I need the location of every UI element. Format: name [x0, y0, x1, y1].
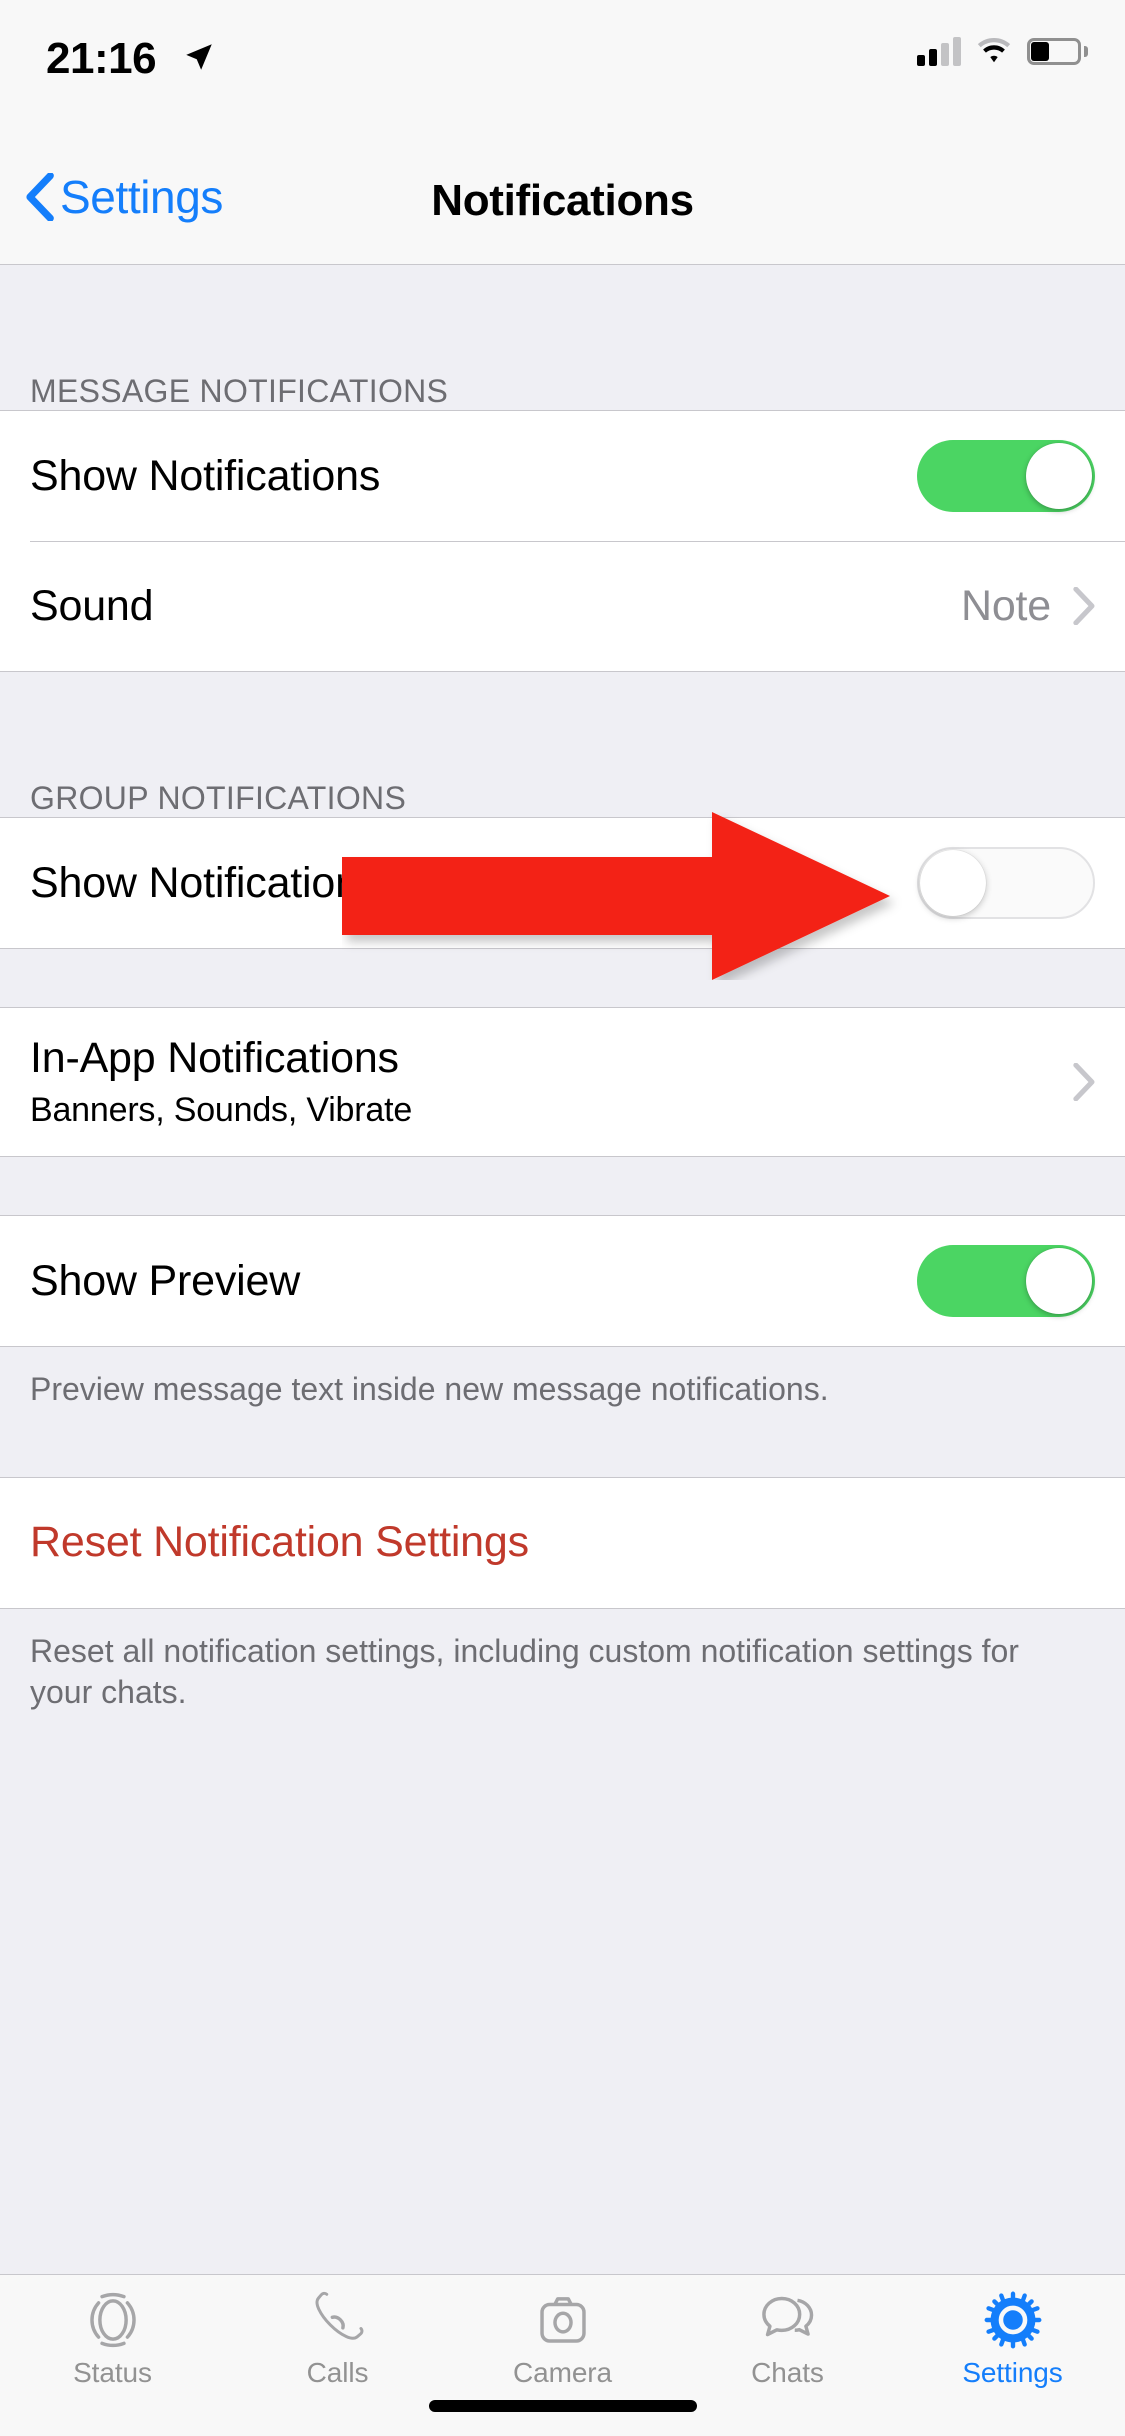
- navigation-bar: Settings Notifications: [0, 132, 1125, 265]
- section-reset: Reset Notification Settings: [0, 1476, 1125, 1609]
- section-footer-show-preview: Preview message text inside new message …: [30, 1371, 829, 1407]
- section-header-show-preview: [0, 1157, 1125, 1215]
- row-accessory: [1073, 1063, 1095, 1101]
- tab-label: Chats: [751, 2357, 824, 2388]
- page-title: Notifications: [431, 176, 694, 225]
- wifi-icon: [977, 37, 1011, 63]
- row-text: Show Notifications: [30, 859, 380, 908]
- section-group-notifications: Show Notifications: [0, 817, 1125, 949]
- reset-notification-settings-label: Reset Notification Settings: [30, 1518, 529, 1567]
- chevron-right-icon: [1073, 1063, 1095, 1101]
- row-text: Sound: [30, 581, 154, 631]
- row-reset-notification-settings[interactable]: Reset Notification Settings: [0, 1477, 1125, 1608]
- row-label: Sound: [30, 581, 154, 630]
- row-group-show-notifications[interactable]: Show Notifications: [0, 818, 1125, 948]
- row-label: Show Notifications: [30, 451, 381, 500]
- row-show-preview[interactable]: Show Preview: [0, 1216, 1125, 1346]
- row-text: Show Preview: [30, 1257, 300, 1306]
- gear-icon: [984, 2291, 1041, 2349]
- row-text: Show Notifications: [30, 452, 380, 501]
- row-message-show-notifications[interactable]: Show Notifications: [0, 411, 1125, 541]
- status-rings-icon: [89, 2293, 136, 2347]
- chevron-right-icon: [1073, 587, 1095, 625]
- chat-bubbles-icon: [761, 2296, 813, 2337]
- row-label: Show Notifications: [30, 858, 381, 907]
- location-arrow-icon: [186, 44, 212, 70]
- row-accessory: [917, 847, 1095, 919]
- tab-label: Settings: [962, 2357, 1063, 2388]
- row-sound[interactable]: Sound Note: [0, 541, 1125, 671]
- tab-chats[interactable]: Chats: [675, 2289, 900, 2389]
- row-text: Reset Notification Settings: [30, 1518, 529, 1567]
- message-show-notifications-toggle[interactable]: [917, 440, 1095, 512]
- status-bar-time: 21:16: [46, 34, 157, 83]
- section-footer-reset: Reset all notification settings, includi…: [30, 1632, 1019, 1711]
- row-accessory: Note: [961, 582, 1095, 631]
- tab-camera[interactable]: Camera: [450, 2289, 675, 2389]
- status-bar: 21:16: [0, 0, 1125, 132]
- section-header-group-notifications: GROUP NOTIFICATIONS: [30, 780, 407, 816]
- home-indicator[interactable]: [428, 2400, 697, 2412]
- show-preview-toggle[interactable]: [917, 1245, 1095, 1317]
- tab-status[interactable]: Status: [0, 2289, 225, 2389]
- tab-label: Camera: [513, 2357, 612, 2388]
- camera-icon: [539, 2297, 586, 2343]
- section-in-app-notifications: In-App Notifications Banners, Sounds, Vi…: [0, 1007, 1125, 1157]
- settings-list: MESSAGE NOTIFICATIONS Show Notifications…: [0, 265, 1125, 2436]
- battery-icon: [1027, 37, 1088, 65]
- tab-settings[interactable]: Settings: [900, 2289, 1125, 2389]
- row-accessory: [917, 440, 1095, 512]
- section-header-message-notifications: MESSAGE NOTIFICATIONS: [30, 373, 449, 409]
- row-subtitle: Banners, Sounds, Vibrate: [30, 1091, 413, 1129]
- row-label: Show Preview: [30, 1256, 301, 1305]
- status-bar-indicators: [917, 36, 1088, 66]
- row-label: In-App Notifications: [30, 1034, 399, 1082]
- row-accessory: [917, 1245, 1095, 1317]
- sound-value: Note: [960, 581, 1051, 630]
- section-header-in-app: [0, 949, 1125, 1007]
- phone-icon: [315, 2291, 363, 2340]
- group-show-notifications-toggle[interactable]: [917, 847, 1095, 919]
- row-in-app-notifications[interactable]: In-App Notifications Banners, Sounds, Vi…: [0, 1008, 1125, 1156]
- row-text: In-App Notifications Banners, Sounds, Vi…: [30, 1034, 412, 1130]
- section-show-preview: Show Preview: [0, 1215, 1125, 1347]
- cellular-signal-icon: [917, 36, 961, 66]
- section-message-notifications: Show Notifications Sound Note: [0, 410, 1125, 672]
- tab-label: Calls: [306, 2357, 369, 2388]
- tab-calls[interactable]: Calls: [225, 2289, 450, 2389]
- tab-label: Status: [73, 2357, 152, 2388]
